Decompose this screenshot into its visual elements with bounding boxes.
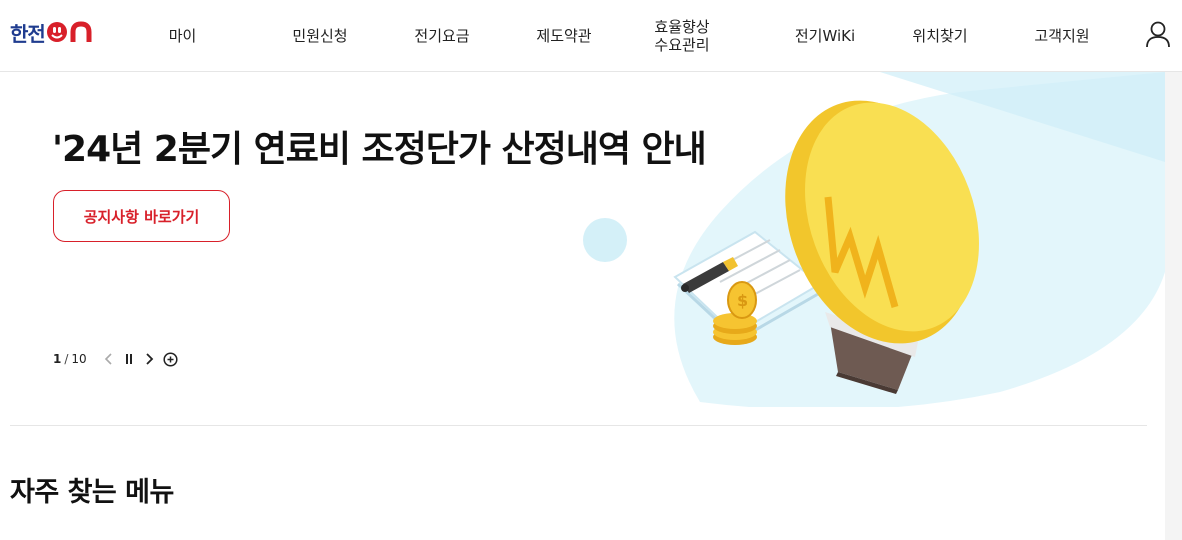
page-scroll-gutter	[1165, 72, 1182, 540]
slide-pager: 1 / 10	[53, 349, 178, 369]
nav-customer-support[interactable]: 고객지원	[1027, 0, 1097, 71]
hero-title: '24년 2분기 연료비 조정단가 산정내역 안내	[52, 129, 707, 170]
user-icon[interactable]	[1145, 20, 1171, 48]
nav-location[interactable]: 위치찾기	[905, 0, 975, 71]
chevron-right-icon[interactable]	[143, 352, 155, 366]
nav-electric-wiki-label: 전기WiKi	[794, 26, 856, 45]
nav-civil-application-label: 민원신청	[292, 26, 348, 45]
chevron-left-icon[interactable]	[103, 352, 115, 366]
nav-efficiency-demand[interactable]: 효율향상 수요관리	[646, 0, 718, 71]
nav-electricity-bill-label: 전기요금	[414, 26, 470, 45]
nav-location-label: 위치찾기	[912, 26, 968, 45]
nav-my[interactable]: 마이	[160, 0, 205, 71]
notice-shortcut-button[interactable]: 공지사항 바로가기	[53, 190, 230, 242]
svg-text:$: $	[737, 291, 748, 310]
logo-on-mark	[46, 21, 92, 42]
nav-civil-application[interactable]: 민원신청	[285, 0, 355, 71]
logo-korean-text: 한전	[10, 21, 46, 46]
pager-total: 10	[71, 352, 87, 366]
nav-my-label: 마이	[168, 26, 197, 45]
notice-shortcut-label: 공지사항 바로가기	[83, 207, 200, 226]
pause-icon[interactable]	[123, 352, 135, 366]
nav-electric-wiki[interactable]: 전기WiKi	[785, 0, 865, 71]
nav-efficiency-label-line2: 수요관리	[654, 35, 710, 54]
pager-current: 1	[53, 352, 62, 366]
nav-terms-label: 제도약관	[536, 26, 592, 45]
frequent-menu-title: 자주 찾는 메뉴	[10, 477, 174, 508]
nav-terms[interactable]: 제도약관	[529, 0, 599, 71]
nav-electricity-bill[interactable]: 전기요금	[407, 0, 477, 71]
section-divider	[10, 425, 1147, 426]
kepco-on-logo[interactable]: 한전	[10, 19, 94, 46]
nav-efficiency-label-line1: 효율향상	[654, 17, 710, 36]
pager-separator: /	[64, 352, 69, 366]
top-header: 한전 마이 민원신청 전기요금 제도약관 효율향상 수요관리 전기WiKi 위치…	[0, 0, 1182, 72]
plus-circle-icon[interactable]	[163, 351, 178, 367]
nav-customer-support-label: 고객지원	[1034, 26, 1090, 45]
